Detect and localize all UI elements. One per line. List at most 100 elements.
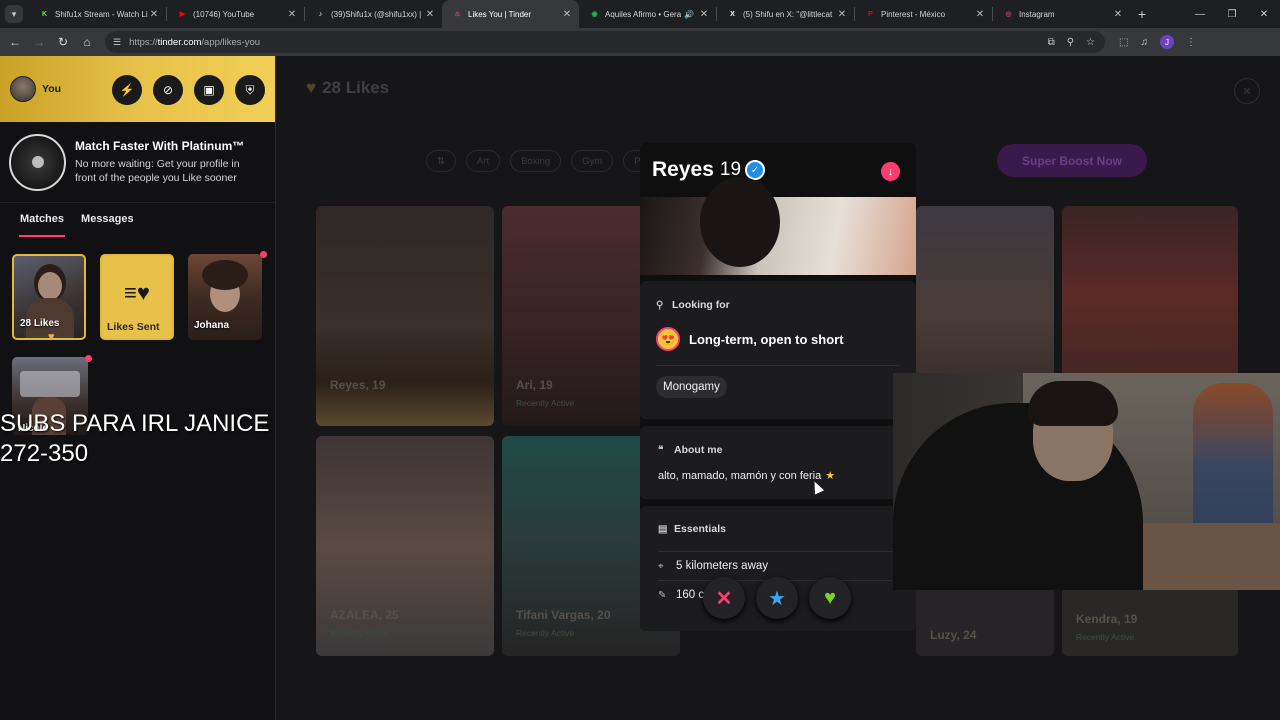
overlay-line-2: 272-350: [0, 440, 89, 467]
about-text: alto, mamado, mamón y con feria: [658, 470, 822, 482]
overlay-line-1: SUBS PARA IRL JANICE: [0, 410, 270, 437]
work-icon[interactable]: ▣: [194, 75, 224, 105]
close-tab-icon[interactable]: ✕: [561, 9, 573, 20]
browser-tab[interactable]: ◉ Aquiles Afirmo • Gera 🔊 ✕: [579, 0, 716, 28]
like-card-activity: Recently Active: [516, 398, 575, 408]
close-tab-icon[interactable]: ✕: [148, 9, 160, 20]
tinder-icon: ♨: [454, 11, 461, 18]
platinum-upsell[interactable]: Match Faster With Platinum™ No more wait…: [0, 122, 275, 203]
unread-dot: [85, 355, 92, 362]
browser-tab[interactable]: P Pinterest - México ✕: [855, 0, 992, 28]
tiktok-icon: ♪: [318, 10, 323, 18]
tab-audio-icon[interactable]: 🔊: [684, 10, 694, 19]
tab-title: (10746) YouTube: [193, 9, 255, 19]
browser-tab[interactable]: ◎ Instagram ✕: [993, 0, 1130, 28]
browser-tab[interactable]: ▶ (10746) YouTube ✕: [167, 0, 304, 28]
match-card-johana[interactable]: Johana: [188, 254, 262, 340]
like-card[interactable]: Reyes, 19: [316, 206, 494, 426]
likes-card[interactable]: 28 Likes ♥: [12, 254, 86, 340]
safety-shield-icon[interactable]: ⛨: [235, 75, 265, 105]
tab-title: Aquiles Afirmo • Gera: [605, 9, 682, 19]
extensions-icon[interactable]: ⬚: [1119, 37, 1128, 48]
close-tab-icon[interactable]: ✕: [698, 9, 710, 20]
page-title: ♥ 28 Likes: [306, 78, 389, 98]
close-window-icon[interactable]: ✕: [1248, 0, 1280, 28]
bookmark-star-icon[interactable]: ☆: [1086, 37, 1095, 48]
explore-icon[interactable]: ⊘: [153, 75, 183, 105]
browser-tab[interactable]: K Shifu1x Stream - Watch Li ✕: [29, 0, 166, 28]
like-card[interactable]: Luzy, 24: [916, 586, 1054, 656]
profile-photo[interactable]: [640, 177, 916, 275]
filter-settings-icon[interactable]: ⇅: [426, 150, 456, 172]
filter-chip[interactable]: Art: [465, 150, 501, 172]
likes-sent-icon: ≡♥: [124, 280, 150, 305]
new-tab-button[interactable]: +: [1130, 6, 1154, 22]
like-card-name: Tifani Vargas, 20: [516, 608, 611, 622]
reload-icon[interactable]: ↻: [51, 30, 75, 54]
like-card-name: AZALEA, 25: [330, 608, 399, 622]
media-controls-icon[interactable]: ♫: [1140, 37, 1148, 48]
more-menu-icon[interactable]: ⋮: [1186, 37, 1196, 48]
platinum-title: Match Faster With Platinum™: [75, 139, 245, 153]
close-tab-icon[interactable]: ✕: [974, 9, 986, 20]
close-icon[interactable]: ✕: [1234, 78, 1260, 104]
profile-modal: Reyes 19 ✓ ↓ ⚲ Looking for 😍 Long-term, o…: [640, 143, 916, 631]
minimize-icon[interactable]: —: [1184, 0, 1216, 28]
install-app-icon[interactable]: ⧉: [1048, 37, 1055, 48]
super-boost-button[interactable]: Super Boost Now: [997, 144, 1147, 177]
profile-avatar[interactable]: J: [1159, 35, 1174, 49]
relationship-type-pill: Monogamy: [656, 376, 727, 398]
profile-name: Reyes: [652, 158, 714, 181]
like-card-name: Reyes, 19: [330, 378, 386, 392]
user-label[interactable]: You: [42, 83, 61, 95]
url-host: tinder.com: [157, 36, 202, 48]
forward-icon[interactable]: →: [27, 30, 51, 54]
like-card-name: Luzy, 24: [930, 628, 977, 642]
tab-search-icon[interactable]: ▾: [5, 5, 23, 23]
back-icon[interactable]: ←: [3, 30, 27, 54]
user-avatar[interactable]: [10, 76, 36, 102]
distance-value: 5 kilometers away: [676, 560, 769, 572]
spotify-icon: ◉: [591, 11, 598, 18]
close-tab-icon[interactable]: ✕: [1112, 9, 1124, 20]
address-bar[interactable]: ☰ https://tinder.com/app/likes-you ⧉ ⚲ ☆: [105, 31, 1105, 53]
close-tab-icon[interactable]: ✕: [286, 9, 298, 20]
close-tab-icon[interactable]: ✕: [836, 9, 848, 20]
tab-messages[interactable]: Messages: [81, 213, 134, 233]
tab-title: Shifu1x Stream - Watch Li: [55, 9, 148, 19]
home-icon[interactable]: ⌂: [75, 30, 99, 54]
restore-icon[interactable]: ❐: [1216, 0, 1248, 28]
like-card[interactable]: Kendra, 19 Recently Active: [1062, 586, 1238, 656]
match-grid: 28 Likes ♥ ≡♥ Likes Sent Johana Nicole: [0, 233, 275, 533]
page-title-text: 28 Likes: [322, 78, 390, 97]
url-scheme: https://: [129, 36, 158, 48]
boost-icon[interactable]: ⚡: [112, 75, 142, 105]
webcam-overlay: [893, 373, 1280, 590]
filter-chip[interactable]: Gym: [571, 150, 614, 172]
collapse-profile-icon[interactable]: ↓: [881, 162, 900, 181]
close-tab-icon[interactable]: ✕: [424, 9, 436, 20]
tab-matches[interactable]: Matches: [18, 213, 66, 237]
zoom-icon[interactable]: ⚲: [1067, 37, 1074, 48]
browser-tab-bar: ▾ K Shifu1x Stream - Watch Li ✕ ▶ (10746) Yo…: [0, 0, 1280, 28]
nope-button[interactable]: ✕: [703, 577, 745, 619]
likes-sent-card[interactable]: ≡♥ Likes Sent: [100, 254, 174, 340]
star-emoji-icon: ★: [825, 470, 836, 482]
browser-tab[interactable]: ♨ Likes You | Tinder ✕: [442, 0, 579, 28]
like-card-activity: Recently Active: [1076, 632, 1135, 642]
filter-chip[interactable]: Boxing: [510, 150, 562, 172]
tab-title: Likes You | Tinder: [468, 9, 532, 19]
like-button[interactable]: ♥: [809, 577, 851, 619]
site-info-icon[interactable]: ☰: [113, 37, 121, 48]
url-path: /app/likes-you: [201, 36, 261, 48]
super-like-button[interactable]: ★: [756, 577, 798, 619]
height-ruler-icon: ✎: [658, 589, 667, 601]
browser-tab[interactable]: ♪ (39)Shifu1x (@shifu1xx) | ✕: [305, 0, 442, 28]
browser-tab[interactable]: X (5) Shifu en X: "@littlecat ✕: [717, 0, 854, 28]
heart-eyes-emoji-icon: 😍: [656, 327, 680, 351]
platinum-description: No more waiting: Get your profile in fro…: [75, 158, 240, 184]
x-icon: X: [730, 10, 735, 18]
quote-icon: ❝: [658, 444, 664, 456]
essentials-icon: ▤: [658, 523, 668, 535]
like-card[interactable]: AZALEA, 25 Recently Active: [316, 436, 494, 656]
